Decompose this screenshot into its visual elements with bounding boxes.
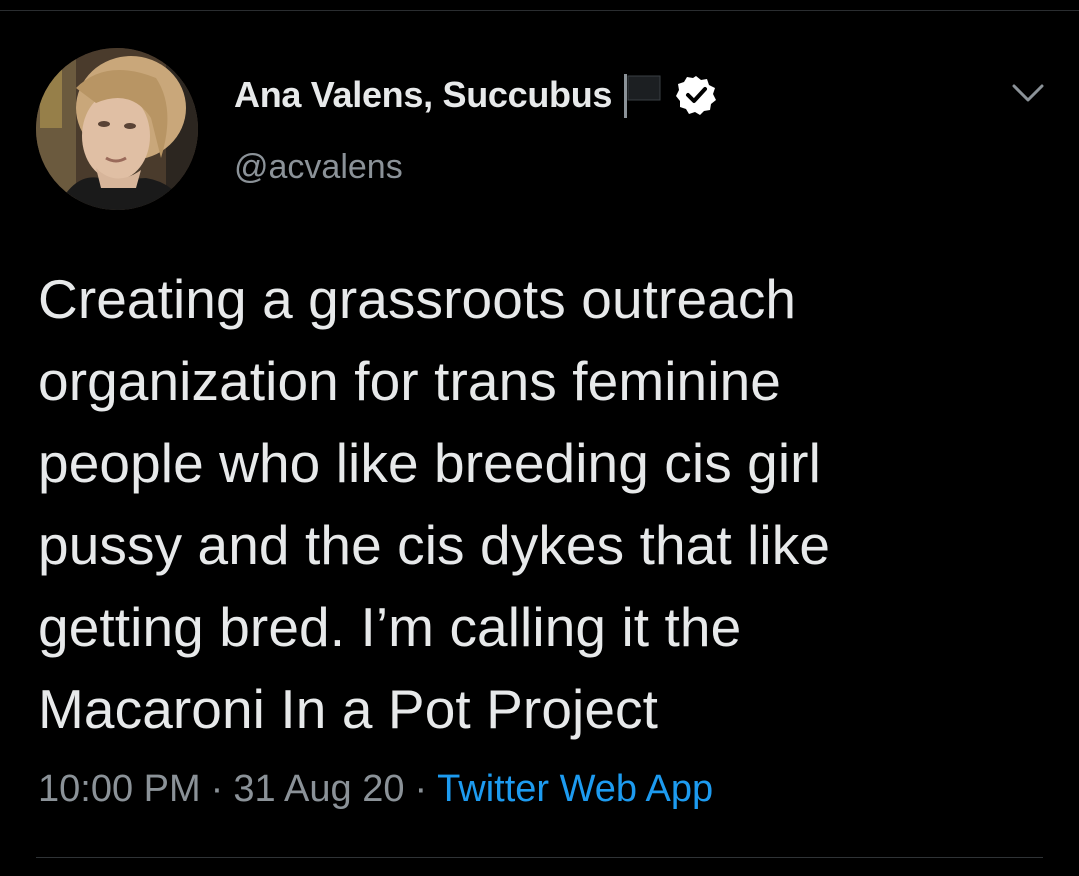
author-display-name[interactable]: Ana Valens, Succubus bbox=[234, 74, 612, 116]
chevron-down-icon[interactable] bbox=[1010, 78, 1046, 106]
tweet-time[interactable]: 10:00 PM bbox=[38, 768, 201, 811]
tweet-text-line: organization for trans feminine bbox=[38, 350, 781, 412]
meta-separator: · bbox=[210, 768, 224, 810]
tweet-meta: 10:00 PM · 31 Aug 20 · Twitter Web App bbox=[38, 768, 713, 811]
bottom-divider bbox=[36, 857, 1043, 858]
tweet-date[interactable]: 31 Aug 20 bbox=[233, 768, 404, 811]
verified-badge-icon bbox=[676, 76, 717, 115]
tweet: Ana Valens, Succubus @acvalens Creating … bbox=[0, 0, 1079, 876]
meta-separator: · bbox=[414, 768, 428, 810]
author-name-row[interactable]: Ana Valens, Succubus bbox=[234, 72, 717, 118]
tweet-text-line: Macaroni In a Pot Project bbox=[38, 678, 659, 740]
tweet-text-line: Creating a grassroots outreach bbox=[38, 268, 797, 330]
tweet-text: Creating a grassroots outreach organizat… bbox=[38, 258, 1048, 750]
tweet-text-line: getting bred. I’m calling it the bbox=[38, 596, 742, 658]
avatar[interactable] bbox=[36, 48, 198, 210]
author-handle[interactable]: @acvalens bbox=[234, 148, 403, 187]
tweet-text-line: pussy and the cis dykes that like bbox=[38, 514, 831, 576]
black-flag-icon bbox=[624, 74, 661, 118]
avatar-image bbox=[36, 48, 198, 210]
tweet-source-link[interactable]: Twitter Web App bbox=[437, 768, 713, 811]
tweet-text-line: people who like breeding cis girl bbox=[38, 432, 821, 494]
